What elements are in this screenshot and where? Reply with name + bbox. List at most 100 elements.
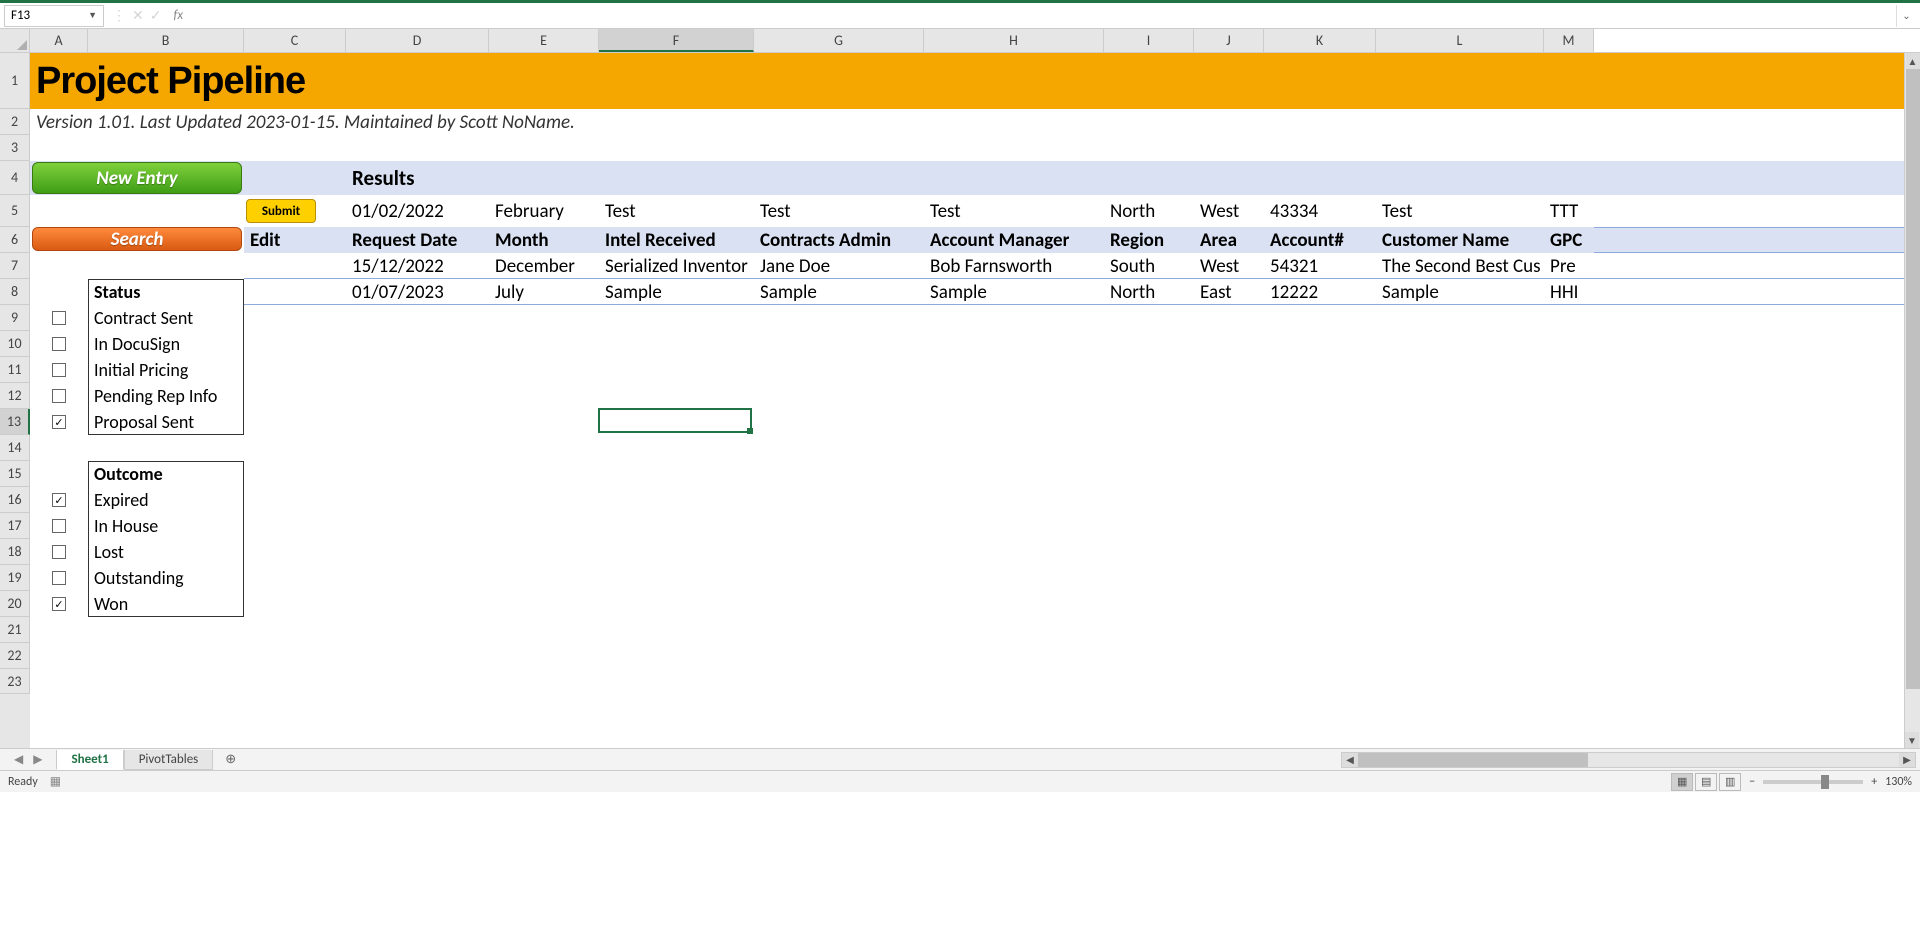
top-row-cell[interactable]: North [1104,195,1194,227]
table-header-area[interactable]: Area [1194,227,1264,253]
macro-record-icon[interactable]: ▦ [50,774,61,789]
top-row-cell[interactable]: West [1194,195,1264,227]
table-row[interactable]: 12222 [1264,279,1376,305]
outcome-checkbox-2[interactable] [52,545,66,559]
vertical-scrollbar[interactable]: ▲ ▼ [1904,53,1920,748]
zoom-in-button[interactable]: + [1871,775,1877,789]
fx-icon[interactable]: fx [169,8,187,23]
outcome-checkbox-1[interactable] [52,519,66,533]
row-header-16[interactable]: 16 [0,487,30,513]
status-checkbox-0[interactable] [52,311,66,325]
row-header-19[interactable]: 19 [0,565,30,591]
top-row-cell[interactable]: Test [1376,195,1544,227]
column-header-H[interactable]: H [924,29,1104,52]
zoom-slider[interactable] [1763,780,1863,784]
row-header-20[interactable]: 20 [0,591,30,617]
table-header-region[interactable]: Region [1104,227,1194,253]
table-row[interactable]: 01/07/2023 [346,279,489,305]
status-checkbox-3[interactable] [52,389,66,403]
row-header-2[interactable]: 2 [0,109,30,135]
formula-expand-icon[interactable]: ⌄ [1896,5,1916,27]
table-header-request-date[interactable]: Request Date [346,227,489,253]
column-header-F[interactable]: F [599,29,754,52]
table-row[interactable]: Pre [1544,253,1594,279]
column-header-D[interactable]: D [346,29,489,52]
table-row[interactable]: Sample [599,279,754,305]
normal-view-button[interactable]: ▦ [1671,773,1693,791]
name-box[interactable]: F13 ▼ [4,5,104,27]
name-box-dropdown-icon[interactable]: ▼ [88,10,97,21]
column-header-J[interactable]: J [1194,29,1264,52]
column-header-E[interactable]: E [489,29,599,52]
table-row[interactable]: East [1194,279,1264,305]
status-checkbox-2[interactable] [52,363,66,377]
zoom-slider-thumb[interactable] [1821,775,1829,789]
submit-button[interactable]: Submit [246,199,316,223]
scroll-right-icon[interactable]: ▶ [1899,753,1915,767]
sheet-tab-pivottables[interactable]: PivotTables [124,750,214,770]
page-break-view-button[interactable]: ▥ [1719,773,1741,791]
table-row[interactable]: Serialized Inventor [599,253,754,279]
row-header-1[interactable]: 1 [0,53,30,109]
column-header-B[interactable]: B [88,29,244,52]
outcome-checkbox-3[interactable] [52,571,66,585]
table-row[interactable]: South [1104,253,1194,279]
top-row-cell[interactable]: TTT [1544,195,1594,227]
top-row-cell[interactable]: February [489,195,599,227]
vscroll-thumb[interactable] [1906,69,1920,689]
scroll-down-icon[interactable]: ▼ [1905,732,1919,748]
row-header-23[interactable]: 23 [0,669,30,694]
cancel-icon[interactable]: ✕ [132,7,144,24]
table-header-edit[interactable]: Edit [244,227,346,253]
row-header-14[interactable]: 14 [0,435,30,461]
table-row[interactable]: Sample [924,279,1104,305]
status-checkbox-4[interactable]: ✓ [52,415,66,429]
row-header-4[interactable]: 4 [0,161,30,195]
top-row-cell[interactable]: Test [924,195,1104,227]
row-header-15[interactable]: 15 [0,461,30,487]
row-header-11[interactable]: 11 [0,357,30,383]
row-header-3[interactable]: 3 [0,135,30,161]
add-sheet-button[interactable]: ⊕ [213,752,248,767]
accept-icon[interactable]: ✓ [150,7,162,24]
hscroll-thumb[interactable] [1358,753,1588,767]
table-row[interactable]: 54321 [1264,253,1376,279]
new-entry-button[interactable]: New Entry [32,162,242,194]
table-row[interactable]: 15/12/2022 [346,253,489,279]
horizontal-scrollbar[interactable]: ◀ ▶ [1341,752,1916,768]
table-header-contracts-admin[interactable]: Contracts Admin [754,227,924,253]
top-row-cell[interactable]: Test [599,195,754,227]
row-header-21[interactable]: 21 [0,617,30,643]
row-header-8[interactable]: 8 [0,279,30,305]
top-row-cell[interactable]: 43334 [1264,195,1376,227]
table-header-intel-received[interactable]: Intel Received [599,227,754,253]
table-header-month[interactable]: Month [489,227,599,253]
column-header-C[interactable]: C [244,29,346,52]
table-row[interactable]: Jane Doe [754,253,924,279]
formula-input[interactable] [187,5,1896,27]
row-header-12[interactable]: 12 [0,383,30,409]
scroll-up-icon[interactable]: ▲ [1906,53,1920,69]
sheet-nav[interactable]: ◀ ▶ [0,752,56,767]
page-layout-view-button[interactable]: ▤ [1695,773,1717,791]
top-row-cell[interactable]: Test [754,195,924,227]
sheet-next-icon[interactable]: ▶ [33,752,42,767]
outcome-checkbox-0[interactable]: ✓ [52,493,66,507]
search-button[interactable]: Search [32,227,242,251]
row-header-13[interactable]: 13 [0,409,30,435]
row-header-9[interactable]: 9 [0,305,30,331]
table-row[interactable]: HHI [1544,279,1594,305]
table-row[interactable]: December [489,253,599,279]
outcome-checkbox-4[interactable]: ✓ [52,597,66,611]
table-row[interactable]: West [1194,253,1264,279]
column-header-I[interactable]: I [1104,29,1194,52]
row-header-6[interactable]: 6 [0,227,30,253]
table-header-gpc[interactable]: GPC [1544,227,1594,253]
active-cell-selection[interactable] [598,408,752,433]
column-header-M[interactable]: M [1544,29,1594,52]
row-header-22[interactable]: 22 [0,643,30,669]
select-all-cell[interactable] [0,29,30,52]
table-row[interactable]: Sample [754,279,924,305]
row-header-5[interactable]: 5 [0,195,30,227]
sheet-tab-sheet1[interactable]: Sheet1 [56,750,123,770]
